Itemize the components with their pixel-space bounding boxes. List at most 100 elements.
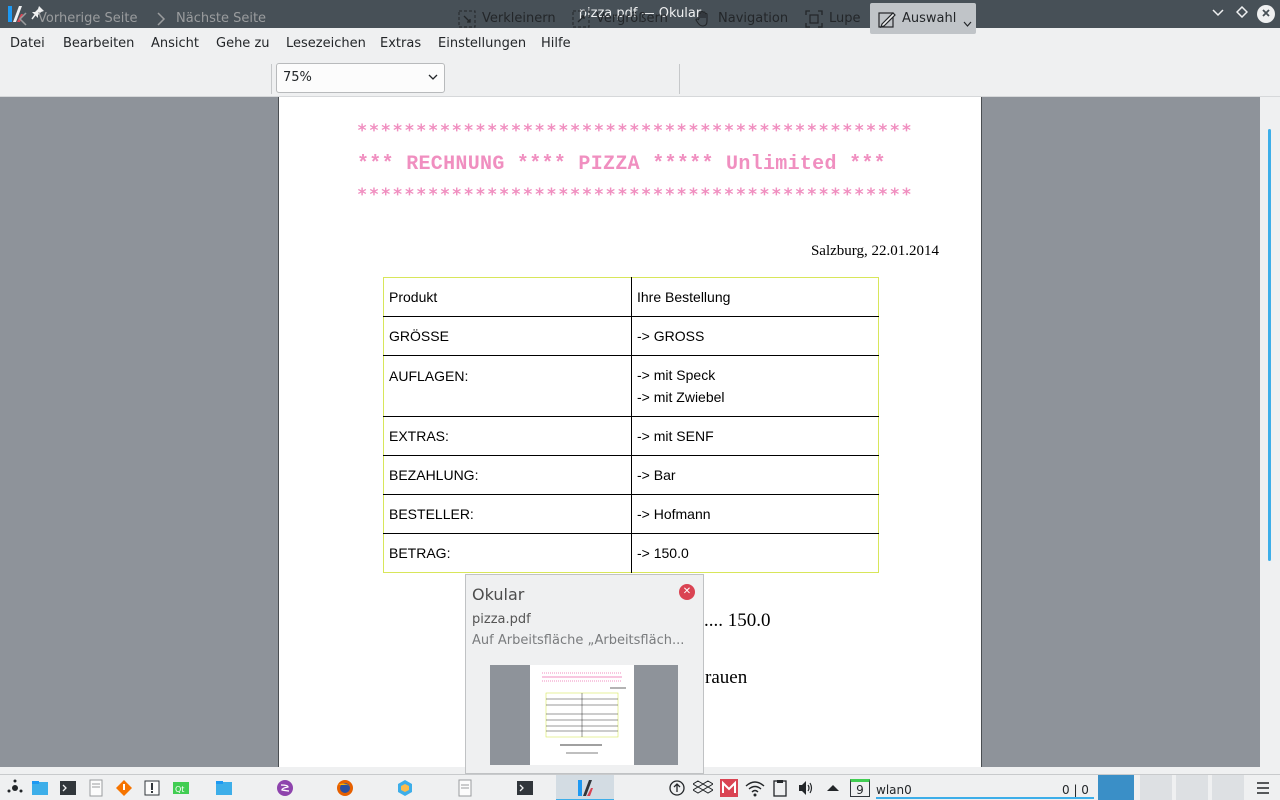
menu-extras[interactable]: Extras	[380, 36, 421, 51]
zoom-in-icon	[572, 10, 590, 28]
navigation-label: Navigation	[718, 11, 789, 26]
previous-page-label: Vorherige Seite	[38, 11, 138, 26]
row-value: -> Hofmann	[631, 494, 879, 534]
menu-einstellungen[interactable]: Einstellungen	[438, 36, 526, 51]
previous-page-button[interactable]: Vorherige Seite	[14, 3, 138, 34]
menu-ansicht[interactable]: Ansicht	[151, 36, 199, 51]
row-label: EXTRAS:	[383, 416, 632, 456]
taskbar: Qt 9 wlan0 0 | 0	[0, 774, 1280, 800]
zoom-value: 75%	[283, 70, 312, 85]
row-label: BETRAG:	[383, 533, 632, 573]
magnifier-tool-button[interactable]: Lupe	[805, 3, 861, 34]
chevron-down-icon[interactable]	[963, 21, 972, 27]
menu-icon[interactable]	[1255, 779, 1271, 797]
chevron-right-icon	[152, 10, 170, 28]
zoom-select[interactable]: 75%	[276, 63, 445, 93]
row-value: Ihre Bestellung	[637, 289, 731, 305]
application-launcher-icon[interactable]	[6, 779, 24, 797]
tooltip-close-button[interactable]: ✕	[679, 584, 695, 600]
svg-text:Qt: Qt	[175, 785, 184, 794]
zoom-out-button[interactable]: Verkleinern	[458, 3, 556, 34]
vertical-scrollbar[interactable]	[1260, 97, 1280, 767]
zoom-out-icon	[458, 10, 476, 28]
close-button[interactable]	[1257, 5, 1275, 23]
memory-graph[interactable]	[1176, 775, 1208, 800]
update-notifier-icon[interactable]	[668, 779, 686, 797]
network-graph[interactable]	[1098, 775, 1134, 800]
row-value: -> mit SENF	[631, 416, 879, 456]
text-editor-icon[interactable]	[87, 779, 105, 797]
network-usage-bar	[876, 797, 1094, 799]
wifi-icon[interactable]	[745, 779, 765, 797]
thumbnail-page	[530, 665, 634, 765]
warning-app-icon[interactable]	[115, 779, 133, 797]
desktop-pager[interactable]: 9	[850, 779, 870, 797]
row-label: BESTELLER:	[383, 494, 632, 534]
menu-bearbeiten[interactable]: Bearbeiten	[63, 36, 134, 51]
dolphin-task-icon[interactable]	[215, 779, 233, 797]
selection-tool-button[interactable]: Auswahl	[870, 3, 976, 34]
mail-icon[interactable]	[720, 779, 738, 797]
row-label: BEZAHLUNG:	[383, 455, 632, 495]
row-label: Produkt	[383, 277, 632, 317]
menu-hilfe[interactable]: Hilfe	[541, 36, 571, 51]
row-label: AUFLAGEN:	[383, 355, 632, 417]
tooltip-file-name: pizza.pdf	[472, 612, 531, 627]
minimize-button[interactable]	[1209, 5, 1227, 23]
scrollbar-thumb[interactable]	[1268, 129, 1271, 561]
desktop-number: 9	[856, 783, 864, 797]
window-thumbnail[interactable]	[490, 665, 678, 765]
selection-label: Auswahl	[902, 11, 957, 26]
firefox-task-icon[interactable]	[336, 779, 354, 797]
terminal-task-icon[interactable]	[516, 779, 534, 797]
zoom-in-button[interactable]: Vergrößern	[572, 3, 668, 34]
clipboard-icon[interactable]	[772, 779, 788, 797]
order-table: Produkt Ihre Bestellung GRÖSSE -> GROSS …	[383, 277, 879, 573]
zoom-out-label: Verkleinern	[482, 11, 556, 26]
tooltip-app-name: Okular	[472, 585, 525, 604]
menu-lesezeichen[interactable]: Lesezeichen	[286, 36, 366, 51]
file-manager-icon[interactable]	[31, 779, 49, 797]
document-task-icon[interactable]	[456, 779, 474, 797]
invoice-date: Salzburg, 22.01.2014	[810, 243, 939, 259]
closing-text-fragment: rauen	[705, 667, 748, 688]
chevron-up-icon[interactable]	[824, 779, 842, 797]
dropbox-icon[interactable]	[693, 779, 713, 797]
maximize-button[interactable]	[1233, 5, 1251, 23]
volume-icon[interactable]	[797, 779, 815, 797]
menu-gehe-zu[interactable]: Gehe zu	[216, 36, 270, 51]
stars-line-top: ****************************************…	[357, 121, 914, 141]
hexagon-app-task-icon[interactable]	[396, 779, 414, 797]
disk-graph[interactable]	[1212, 775, 1244, 800]
table-row: GRÖSSE -> GROSS	[383, 316, 879, 356]
table-row: BEZAHLUNG: -> Bar	[383, 455, 879, 495]
cpu-graph[interactable]	[1140, 775, 1172, 800]
menu-datei[interactable]: Datei	[10, 36, 45, 51]
okular-task-button[interactable]	[556, 775, 614, 800]
toolbar-separator	[271, 64, 272, 94]
magnifier-label: Lupe	[829, 11, 861, 26]
invoice-heading: *** RECHNUNG **** PIZZA ***** Unlimited …	[357, 153, 886, 176]
stars-line-bottom: ****************************************…	[357, 185, 914, 205]
row-value: -> GROSS	[631, 316, 879, 356]
total-text: .... 150.0	[704, 610, 771, 631]
okular-task-icon	[578, 780, 593, 796]
chevron-down-icon	[428, 74, 438, 80]
next-page-button[interactable]: Nächste Seite	[152, 3, 266, 34]
magnifier-frame-icon	[805, 9, 823, 28]
task-tooltip: Okular ✕ pizza.pdf Auf Arbeitsfläche „Ar…	[465, 574, 704, 774]
row-value-line: -> mit Zwiebel	[637, 389, 725, 405]
chevron-left-icon	[14, 10, 32, 28]
tooltip-desktop: Auf Arbeitsfläche „Arbeitsfläch...	[472, 633, 685, 648]
hand-icon	[694, 10, 712, 28]
row-value: -> 150.0	[631, 533, 879, 573]
qt-app-icon[interactable]: Qt	[172, 779, 190, 797]
main-toolbar	[0, 60, 1280, 97]
notification-app-icon[interactable]	[143, 779, 161, 797]
emacs-task-icon[interactable]	[276, 779, 294, 797]
table-row: BETRAG: -> 150.0	[383, 533, 879, 573]
next-page-label: Nächste Seite	[176, 11, 267, 26]
navigation-tool-button[interactable]: Navigation	[694, 3, 788, 34]
row-label: GRÖSSE	[383, 316, 632, 356]
terminal-icon[interactable]	[59, 779, 77, 797]
